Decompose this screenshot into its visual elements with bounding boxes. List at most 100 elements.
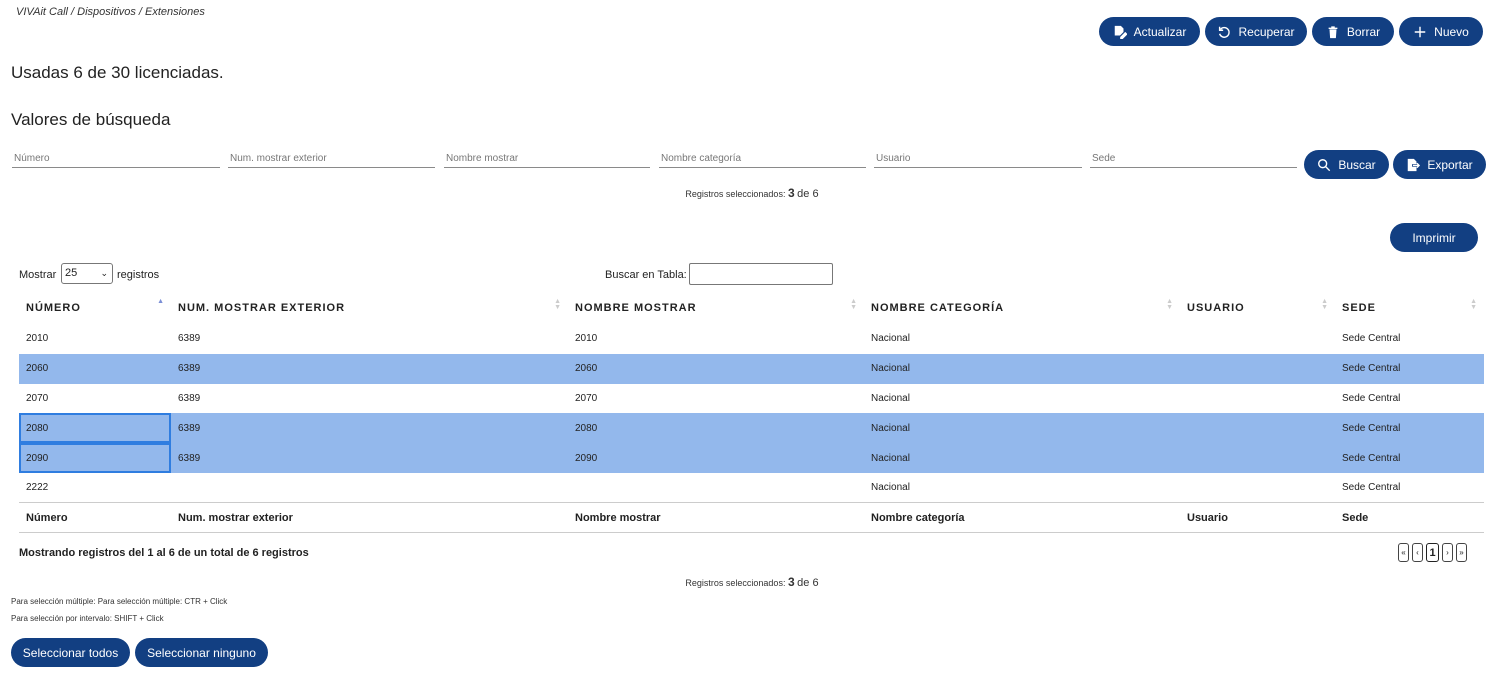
cell-num-exterior: 6389 bbox=[178, 333, 201, 345]
selection-info-bottom: Registros seleccionados: 3 de 6 bbox=[685, 575, 819, 589]
numero-search-input[interactable] bbox=[12, 150, 220, 168]
last-page-button[interactable]: » bbox=[1456, 543, 1467, 562]
cell-nombre: 2070 bbox=[575, 392, 598, 404]
search-button[interactable]: Buscar bbox=[1304, 150, 1389, 179]
cell-num-exterior bbox=[171, 473, 568, 503]
search-section-title: Valores de búsqueda bbox=[11, 110, 171, 129]
print-button[interactable]: Imprimir bbox=[1390, 223, 1478, 252]
select-all-button[interactable]: Seleccionar todos bbox=[11, 638, 130, 667]
next-page-button[interactable]: › bbox=[1442, 543, 1453, 562]
usuario-search-input[interactable] bbox=[874, 150, 1082, 168]
nombre-search-input[interactable] bbox=[444, 150, 650, 168]
cell-nombre bbox=[568, 473, 864, 503]
show-label: Mostrar bbox=[19, 269, 57, 281]
footer-num-exterior: Num. mostrar exterior bbox=[171, 502, 568, 534]
cell-num-exterior: 6389 bbox=[171, 413, 568, 444]
selection-info-top: Registros seleccionados: 3 de 6 bbox=[685, 186, 819, 200]
recover-label: Recuperar bbox=[1238, 24, 1295, 39]
export-button[interactable]: Exportar bbox=[1393, 150, 1486, 179]
update-button[interactable]: Actualizar bbox=[1099, 17, 1200, 46]
cell-nombre: 2090 bbox=[568, 443, 864, 473]
cell-numero: 2010 bbox=[26, 333, 49, 345]
col-header-nombre[interactable]: NOMBRE MOSTRAR ▲ ▼ bbox=[568, 292, 864, 324]
cell-numero: 2080 bbox=[19, 413, 171, 444]
export-icon bbox=[1408, 158, 1421, 171]
cell-usuario bbox=[1180, 353, 1335, 384]
num-exterior-search-input[interactable] bbox=[228, 150, 435, 168]
multi-select-hint: Para selección múltiple: Para selección … bbox=[11, 597, 228, 606]
col-header-usuario[interactable]: USUARIO ▲ ▼ bbox=[1180, 292, 1335, 324]
footer-usuario: Usuario bbox=[1180, 502, 1335, 534]
current-page-button[interactable]: 1 bbox=[1426, 543, 1439, 562]
select-all-label: Seleccionar todos bbox=[22, 645, 119, 660]
footer-sede: Sede bbox=[1335, 502, 1484, 534]
trash-icon bbox=[1328, 25, 1338, 38]
records-label: registros bbox=[117, 269, 160, 281]
cell-categoria: Nacional bbox=[864, 413, 1180, 444]
sede-search-input[interactable] bbox=[1090, 150, 1297, 168]
delete-button[interactable]: Borrar bbox=[1312, 17, 1394, 46]
select-none-label: Seleccionar ninguno bbox=[147, 645, 256, 660]
footer-categoria: Nombre categoría bbox=[864, 502, 1180, 534]
sort-icon: ▲ ▼ bbox=[1470, 298, 1478, 311]
cell-usuario bbox=[1180, 324, 1335, 354]
col-header-categoria[interactable]: NOMBRE CATEGORÍA ▲ ▼ bbox=[864, 292, 1180, 324]
table-row-selected[interactable]: 2080 6389 2080 Nacional Sede Central bbox=[19, 413, 1484, 444]
cell-usuario bbox=[1180, 384, 1335, 414]
table-row[interactable]: 2222 Nacional Sede Central bbox=[19, 473, 1484, 503]
cell-nombre: 2010 bbox=[575, 333, 598, 345]
table-row[interactable]: 2070 6389 2070 Nacional Sede Central bbox=[19, 384, 1484, 414]
cell-sede: Sede Central bbox=[1342, 392, 1401, 404]
license-status: Usadas 6 de 30 licenciadas. bbox=[11, 63, 224, 82]
table-search-input[interactable] bbox=[689, 263, 833, 285]
new-label: Nuevo bbox=[1434, 24, 1469, 39]
table-row-selected[interactable]: 2060 6389 2060 Nacional Sede Central bbox=[19, 353, 1484, 384]
sort-icon: ▲ ▼ bbox=[1321, 298, 1329, 311]
cell-nombre: 2080 bbox=[568, 413, 864, 444]
cell-num-exterior: 6389 bbox=[178, 392, 201, 404]
cell-sede: Sede Central bbox=[1342, 333, 1401, 345]
col-header-num-exterior[interactable]: NUM. MOSTRAR EXTERIOR ▲ ▼ bbox=[171, 292, 568, 324]
footer-nombre: Nombre mostrar bbox=[568, 502, 864, 534]
print-label: Imprimir bbox=[1412, 230, 1456, 245]
recover-button[interactable]: Recuperar bbox=[1205, 17, 1307, 46]
cell-categoria: Nacional bbox=[864, 353, 1180, 384]
cell-sede: Sede Central bbox=[1335, 413, 1484, 444]
col-header-numero[interactable]: NÚMERO ▲ bbox=[19, 292, 171, 324]
table-row-selected[interactable]: 2090 6389 2090 Nacional Sede Central bbox=[19, 443, 1484, 473]
select-none-button[interactable]: Seleccionar ninguno bbox=[135, 638, 268, 667]
first-page-button[interactable]: « bbox=[1398, 543, 1409, 562]
new-button[interactable]: Nuevo bbox=[1399, 17, 1483, 46]
chevron-down-icon: ⌄ bbox=[100, 268, 108, 278]
search-icon bbox=[1318, 158, 1331, 171]
prev-page-button[interactable]: ‹ bbox=[1412, 543, 1423, 562]
cell-usuario bbox=[1180, 443, 1335, 473]
cell-numero: 2060 bbox=[19, 353, 171, 384]
table-search-label: Buscar en Tabla: bbox=[605, 269, 687, 281]
edit-document-icon bbox=[1114, 25, 1127, 39]
cell-numero: 2090 bbox=[19, 443, 171, 473]
pagination: « ‹ 1 › » bbox=[1398, 543, 1467, 562]
delete-label: Borrar bbox=[1346, 24, 1381, 39]
cell-numero: 2070 bbox=[26, 392, 49, 404]
table-row[interactable]: 2010 6389 2010 Nacional Sede Central bbox=[19, 324, 1484, 354]
cell-categoria: Nacional bbox=[871, 333, 910, 345]
undo-icon bbox=[1219, 26, 1231, 38]
col-header-sede[interactable]: SEDE ▲ ▼ bbox=[1335, 292, 1484, 324]
cell-sede: Sede Central bbox=[1335, 443, 1484, 473]
cell-nombre: 2060 bbox=[568, 353, 864, 384]
table-info: Mostrando registros del 1 al 6 de un tot… bbox=[19, 547, 309, 559]
sort-icon: ▲ ▼ bbox=[554, 298, 562, 311]
categoria-search-input[interactable] bbox=[659, 150, 866, 168]
search-button-label: Buscar bbox=[1338, 157, 1376, 172]
page-size-select[interactable]: 25 ⌄ bbox=[61, 263, 113, 284]
extensions-table: NÚMERO ▲ NUM. MOSTRAR EXTERIOR ▲ ▼ NOMBRE M… bbox=[19, 292, 1484, 534]
cell-num-exterior: 6389 bbox=[171, 443, 568, 473]
cell-numero: 2222 bbox=[26, 482, 49, 494]
cell-usuario bbox=[1180, 413, 1335, 444]
cell-num-exterior: 6389 bbox=[171, 353, 568, 384]
table-header-row: NÚMERO ▲ NUM. MOSTRAR EXTERIOR ▲ ▼ NOMBRE M… bbox=[19, 292, 1484, 324]
sort-icon: ▲ ▼ bbox=[1166, 298, 1174, 311]
sort-asc-icon: ▲ bbox=[157, 298, 165, 305]
update-label: Actualizar bbox=[1133, 24, 1187, 39]
